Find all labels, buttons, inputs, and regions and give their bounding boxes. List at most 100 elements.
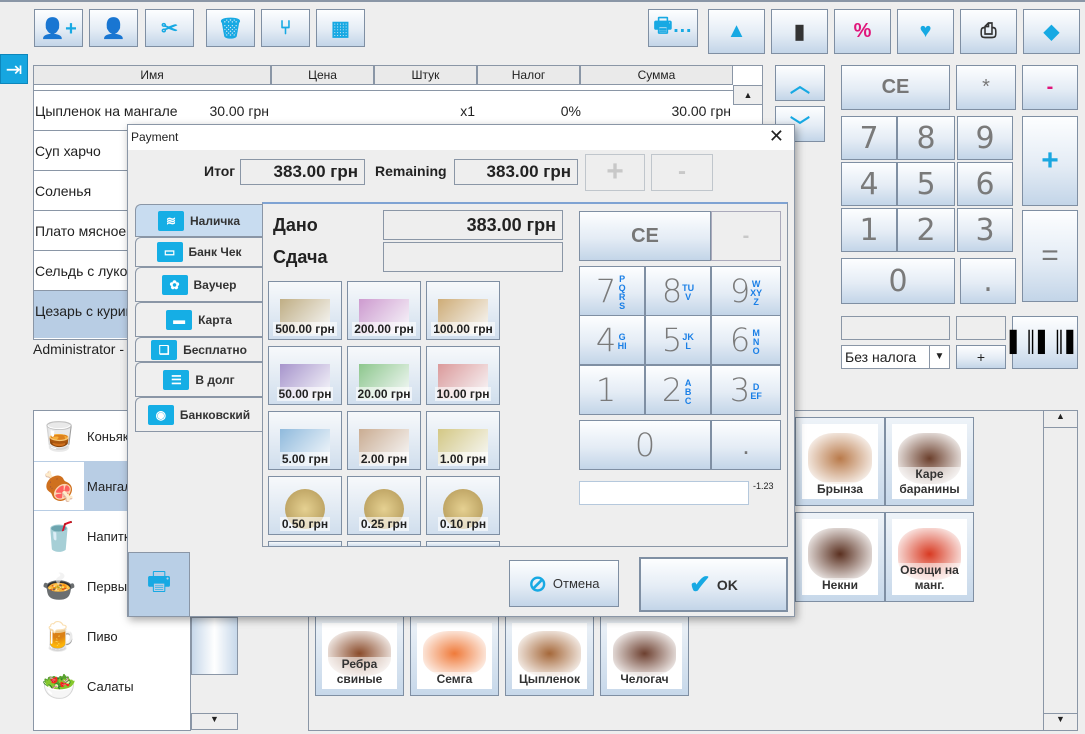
close-icon[interactable]: ✕ <box>769 126 784 147</box>
amount-input[interactable] <box>579 481 749 505</box>
ce-button[interactable]: CE <box>841 65 950 110</box>
category-item[interactable] <box>34 711 190 730</box>
digit-1-button[interactable]: 1 <box>841 208 897 252</box>
denomination-button[interactable] <box>268 541 342 547</box>
product-tile[interactable]: Каре баранины <box>885 417 974 506</box>
eraser-button[interactable]: ◆ <box>1023 9 1080 54</box>
category-item[interactable]: 🥗 Салаты <box>34 661 190 711</box>
trash-button[interactable]: 🗑 <box>206 9 255 47</box>
column-header[interactable]: Имя <box>33 65 271 85</box>
product-tile[interactable]: Челогач <box>600 616 689 696</box>
digit-8-button[interactable]: 8 <box>897 116 955 160</box>
payment-tab-0[interactable]: ≋ Наличка <box>135 204 262 237</box>
payment-tab-6[interactable]: ◉ Банковский <box>135 397 262 432</box>
user-button[interactable]: 👤 <box>89 9 138 47</box>
percent-button[interactable]: % <box>834 9 891 54</box>
keypad-6-button[interactable]: 6 MNO <box>711 315 781 365</box>
denomination-button[interactable]: 1.00 грн <box>426 411 500 470</box>
denomination-button[interactable]: 0.10 грн <box>426 476 500 535</box>
digit-3-button[interactable]: 3 <box>957 208 1013 252</box>
column-header[interactable]: Цена <box>271 65 374 85</box>
collapse-panel-button[interactable]: ⇥ <box>0 54 28 84</box>
denomination-button[interactable]: 500.00 грн <box>268 281 342 340</box>
category-scroll-down[interactable]: ▼ <box>191 713 238 730</box>
payment-tab-1[interactable]: ▭ Банк Чек <box>135 237 262 267</box>
receipt-printer-button[interactable]: ⎙ <box>960 9 1017 54</box>
digit-4-button[interactable]: 4 <box>841 162 897 206</box>
digit-9-button[interactable]: 9 <box>957 116 1013 160</box>
product-tile[interactable]: Овощи на манг. <box>885 512 974 602</box>
product-scroll-down[interactable]: ▼ <box>1044 713 1077 730</box>
payment-tab-5[interactable]: ☰ В долг <box>135 362 262 397</box>
keypad-1-button[interactable]: 1 <box>579 365 645 415</box>
ok-button[interactable]: ✔ OK <box>639 557 788 612</box>
cancel-button[interactable]: ⊘ Отмена <box>509 560 619 607</box>
code-input[interactable] <box>841 316 950 340</box>
add-payment-button[interactable]: + <box>585 154 645 191</box>
plus-button[interactable]: + <box>1022 116 1078 206</box>
multiply-button[interactable]: * <box>956 65 1016 110</box>
keypad-9-button[interactable]: 9 WXYZ <box>711 266 781 316</box>
keypad-2-button[interactable]: 2 ABC <box>645 365 711 415</box>
denomination-button[interactable] <box>426 541 500 547</box>
cut-button[interactable]: ✂ <box>145 9 194 47</box>
scroll-thumb[interactable] <box>191 617 238 675</box>
denomination-button[interactable]: 0.50 грн <box>268 476 342 535</box>
equals-button[interactable]: = <box>1022 210 1078 302</box>
digit-2-button[interactable]: 2 <box>897 208 955 252</box>
denomination-button[interactable]: 20.00 грн <box>347 346 421 405</box>
keypad-3-button[interactable]: 3 DEF <box>711 365 781 415</box>
table-scroll-up[interactable]: ▲ <box>733 85 763 105</box>
product-tile[interactable]: Некни <box>795 512 885 602</box>
digit-0-button[interactable]: 0 <box>841 258 955 304</box>
denomination-button[interactable]: 2.00 грн <box>347 411 421 470</box>
product-tile[interactable]: Цыпленок <box>505 616 594 696</box>
keypad-dot-button[interactable]: . <box>711 420 781 470</box>
column-header[interactable]: Штук <box>374 65 477 85</box>
split-button[interactable]: ⑂ <box>261 9 310 47</box>
digit-5-button[interactable]: 5 <box>897 162 955 206</box>
denomination-button[interactable]: 50.00 грн <box>268 346 342 405</box>
denomination-button[interactable]: 5.00 грн <box>268 411 342 470</box>
column-header[interactable]: Сумма <box>580 65 733 85</box>
add-user-button[interactable]: 👤+ <box>34 9 83 47</box>
keypad-4-button[interactable]: 4 GHI <box>579 315 645 365</box>
product-tile[interactable]: Ребра свиные <box>315 616 404 696</box>
qty-input[interactable] <box>956 316 1006 340</box>
heart-button[interactable]: ♥ <box>897 9 954 54</box>
barcode-button[interactable]: ▌║▌║▌ <box>1010 316 1080 369</box>
minus-button[interactable]: - <box>1022 65 1078 110</box>
product-tile[interactable]: Брынза <box>795 417 885 506</box>
tax-select[interactable]: Без налога ▼ <box>841 345 950 369</box>
warning-button[interactable]: ▲ <box>708 9 765 54</box>
remove-payment-button[interactable]: - <box>651 154 713 191</box>
payment-tab-4[interactable]: ❏ Бесплатно <box>135 337 262 362</box>
keypad-5-button[interactable]: 5 JKL <box>645 315 711 365</box>
denomination-button[interactable]: 100.00 грн <box>426 281 500 340</box>
denomination-button[interactable]: 200.00 грн <box>347 281 421 340</box>
column-header[interactable]: Налог <box>477 65 580 85</box>
add-button[interactable]: + <box>956 345 1006 369</box>
print-button[interactable]: 🖶… <box>648 9 698 47</box>
given-field[interactable]: 383.00 грн <box>383 210 563 240</box>
digit-6-button[interactable]: 6 <box>957 162 1013 206</box>
product-scroll-up[interactable]: ▲ <box>1044 411 1077 428</box>
product-scrollbar[interactable] <box>1043 410 1078 731</box>
keypad-0-button[interactable]: 0 <box>579 420 711 470</box>
denomination-button[interactable]: 0.25 грн <box>347 476 421 535</box>
product-tile[interactable]: Семга <box>410 616 499 696</box>
payment-tab-3[interactable]: ▬ Карта <box>135 302 262 337</box>
terminal-button[interactable]: ▮ <box>771 9 828 54</box>
keypad-ce-button[interactable]: CE <box>579 211 711 261</box>
keypad-8-button[interactable]: 8 TUV <box>645 266 711 316</box>
keypad-7-button[interactable]: 7 PQRS <box>579 266 645 316</box>
decimal-button[interactable]: . <box>960 258 1016 304</box>
payment-tab-2[interactable]: ✿ Ваучер <box>135 267 262 302</box>
digit-7-button[interactable]: 7 <box>841 116 897 160</box>
denomination-button[interactable]: 10.00 грн <box>426 346 500 405</box>
scroll-up-button[interactable]: ︿ <box>775 65 825 101</box>
print-receipt-button[interactable]: 🖶 <box>128 552 190 617</box>
denomination-button[interactable] <box>347 541 421 547</box>
grid-button[interactable]: ▦ <box>316 9 365 47</box>
category-item[interactable]: 🍺 Пиво <box>34 611 190 661</box>
